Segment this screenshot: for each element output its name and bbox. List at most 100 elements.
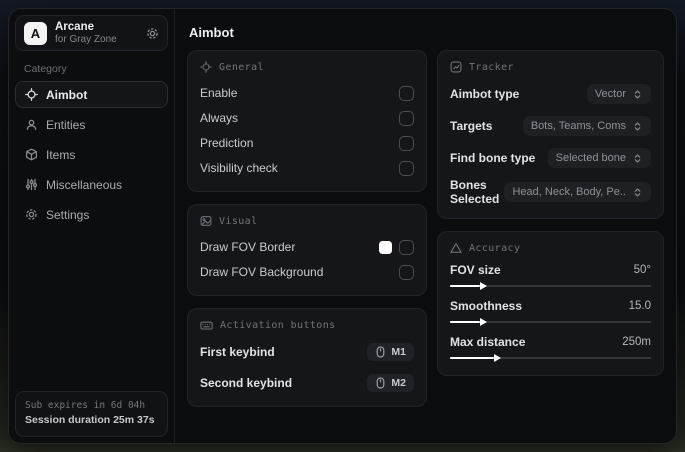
setting-row-enable: Enable (200, 82, 414, 104)
selected-value: Selected bone (555, 152, 626, 164)
setting-label: Aimbot type (450, 87, 520, 101)
sidebar-item-settings[interactable]: Settings (15, 201, 168, 228)
sidebar-item-label: Entities (46, 117, 86, 132)
setting-label: Prediction (200, 136, 254, 150)
sidebar-item-label: Settings (46, 207, 90, 222)
session-duration-text: Session duration 25m 37s (25, 414, 155, 427)
app-title: Arcane (55, 20, 94, 33)
selected-value: Head, Neck, Body, Pe.. (512, 186, 626, 198)
setting-row-bones-selected: Bones Selected Head, Neck, Body, Pe.. (450, 178, 651, 206)
crosshair-icon (200, 61, 212, 73)
section-title: Activation buttons (220, 320, 336, 331)
find-bone-type-select[interactable]: Selected bone (547, 148, 651, 168)
slider-fill (450, 282, 488, 290)
setting-row-first-keybind: First keybind M1 (200, 341, 414, 363)
image-icon (200, 215, 212, 227)
selected-value: Vector (594, 88, 626, 100)
setting-label: Max distance (450, 335, 526, 349)
second-keybind-button[interactable]: M2 (367, 374, 414, 392)
setting-label: Bones Selected (450, 178, 500, 206)
sidebar: A Arcane for Gray Zone Category Aimbot E… (9, 9, 175, 443)
slider-value: 50° (633, 264, 651, 276)
sidebar-nav: Aimbot Entities Items Miscellaneous Sett… (15, 81, 168, 228)
setting-row-visibility-check: Visibility check (200, 157, 414, 179)
chevron-up-down-icon (632, 89, 643, 100)
bones-selected-select[interactable]: Head, Neck, Body, Pe.. (504, 182, 651, 202)
setting-row-find-bone-type: Find bone type Selected bone (450, 146, 651, 170)
sidebar-item-items[interactable]: Items (15, 141, 168, 168)
setting-label: Always (200, 111, 239, 125)
setting-row-aimbot-type: Aimbot type Vector (450, 82, 651, 106)
targets-select[interactable]: Bots, Teams, Coms (522, 116, 651, 136)
chevron-up-down-icon (632, 121, 643, 132)
subscription-info: Sub expires in 6d 04h Session duration 2… (15, 391, 168, 437)
slider-fill (450, 318, 488, 326)
sidebar-item-aimbot[interactable]: Aimbot (15, 81, 168, 108)
sub-expires-text: Sub expires in 6d 04h (25, 400, 146, 411)
visibility-check-checkbox[interactable] (399, 160, 414, 176)
smoothness-slider[interactable] (450, 317, 651, 327)
setting-row-always: Always (200, 107, 414, 129)
gear-icon[interactable] (146, 27, 159, 40)
crosshair-icon (25, 88, 38, 101)
keyboard-icon (200, 319, 213, 332)
cube-icon (25, 148, 38, 161)
section-title: Tracker (469, 61, 514, 73)
brand-card[interactable]: A Arcane for Gray Zone (15, 15, 168, 51)
page-title: Aimbot (189, 25, 234, 40)
setting-row-prediction: Prediction (200, 132, 414, 154)
activation-buttons-card: Activation buttons First keybind M1 Seco… (187, 308, 427, 407)
triangle-icon (450, 242, 462, 254)
sidebar-item-entities[interactable]: Entities (15, 111, 168, 138)
color-swatch[interactable] (379, 240, 392, 254)
aimbot-type-select[interactable]: Vector (586, 84, 651, 104)
sliders-icon (25, 178, 38, 191)
entities-icon (25, 118, 38, 131)
setting-row-fov-size: FOV size 50° (450, 263, 651, 291)
first-keybind-button[interactable]: M1 (367, 343, 414, 361)
category-label: Category (24, 63, 67, 75)
setting-label: Enable (200, 86, 238, 100)
setting-label: Visibility check (200, 161, 278, 175)
tracker-card: Tracker Aimbot type Vector Targets Bots,… (437, 50, 664, 219)
setting-row-targets: Targets Bots, Teams, Coms (450, 114, 651, 138)
setting-row-max-distance: Max distance 250m (450, 335, 651, 363)
app-logo: A (24, 21, 47, 45)
general-card: General Enable Always Prediction Visibil… (187, 50, 427, 192)
setting-row-smoothness: Smoothness 15.0 (450, 299, 651, 327)
section-title: Visual (219, 215, 258, 227)
draw-fov-border-checkbox[interactable] (399, 239, 414, 255)
setting-label: Targets (450, 119, 493, 133)
tracker-icon (450, 61, 462, 73)
visual-card: Visual Draw FOV Border Draw FOV Backgrou… (187, 204, 427, 296)
keybind-value: M2 (391, 377, 406, 389)
sidebar-item-label: Aimbot (46, 87, 88, 102)
mouse-icon (375, 346, 386, 358)
setting-label: Find bone type (450, 151, 536, 165)
chevron-up-down-icon (632, 187, 643, 198)
slider-value: 15.0 (628, 300, 651, 312)
always-checkbox[interactable] (399, 110, 414, 126)
setting-label: Smoothness (450, 299, 523, 313)
accuracy-card: Accuracy FOV size 50° Smoothness 15.0 Ma… (437, 231, 664, 376)
setting-label: Second keybind (200, 376, 293, 390)
draw-fov-background-checkbox[interactable] (399, 264, 414, 280)
slider-fill (450, 354, 502, 362)
section-title: General (219, 61, 264, 73)
max-distance-slider[interactable] (450, 353, 651, 363)
enable-checkbox[interactable] (399, 85, 414, 101)
slider-value: 250m (622, 336, 651, 348)
sidebar-item-miscellaneous[interactable]: Miscellaneous (15, 171, 168, 198)
app-subtitle: for Gray Zone (55, 34, 117, 46)
gear-icon (25, 208, 38, 221)
main-content: Aimbot General Enable Always Prediction … (175, 9, 676, 443)
prediction-checkbox[interactable] (399, 135, 414, 151)
setting-label: FOV size (450, 263, 501, 277)
selected-value: Bots, Teams, Coms (530, 120, 626, 132)
chevron-up-down-icon (632, 153, 643, 164)
fov-size-slider[interactable] (450, 281, 651, 291)
setting-row-second-keybind: Second keybind M2 (200, 372, 414, 394)
setting-label: First keybind (200, 345, 275, 359)
setting-label: Draw FOV Border (200, 240, 296, 254)
mouse-icon (375, 377, 386, 389)
